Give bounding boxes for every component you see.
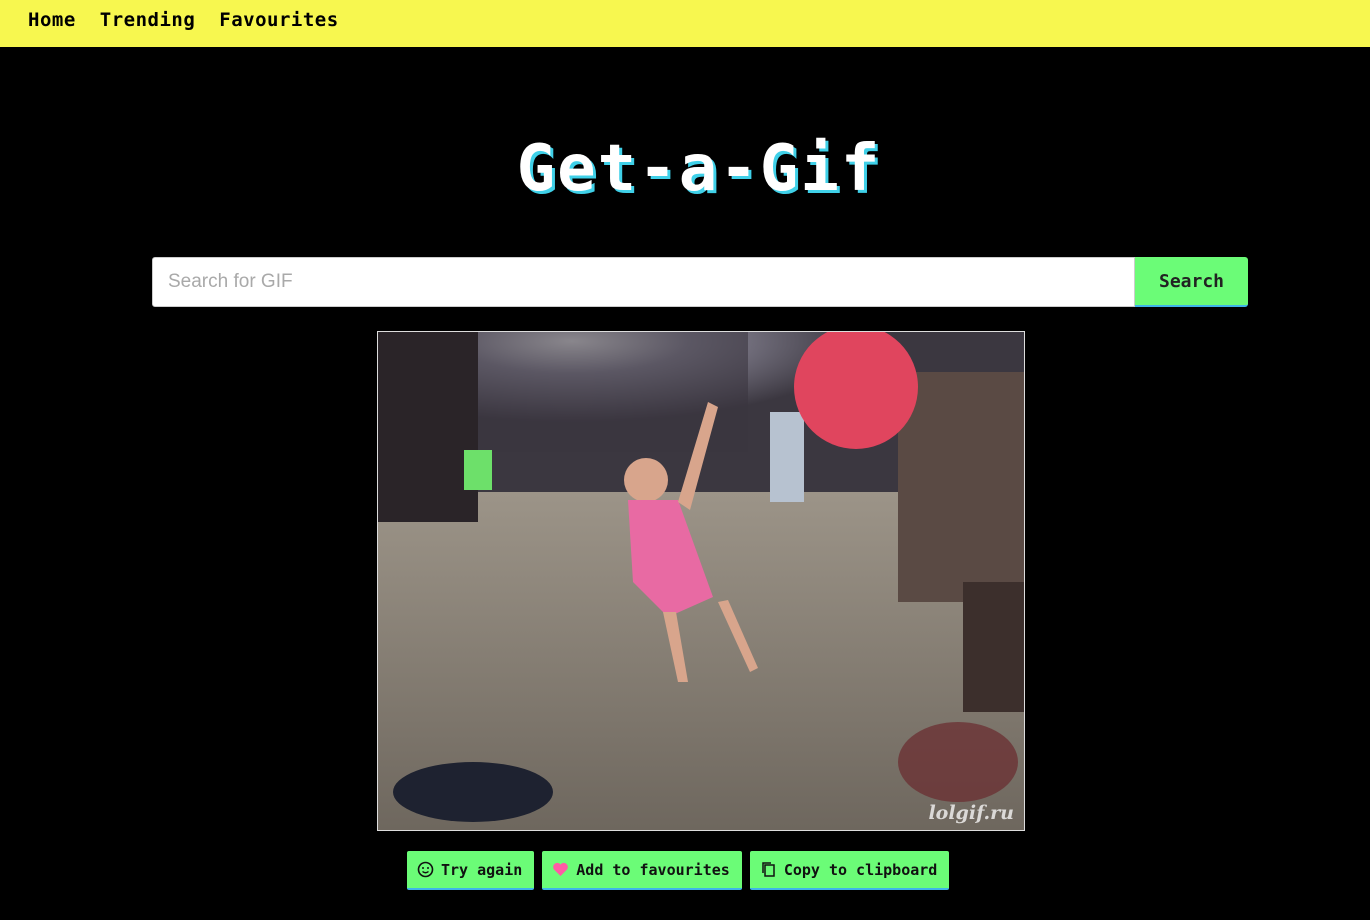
site-logo-title: Get-a-Gif xyxy=(516,132,882,206)
nav-trending-link[interactable]: Trending xyxy=(100,9,196,31)
gif-illustration xyxy=(378,332,1024,830)
copy-to-clipboard-label: Copy to clipboard xyxy=(783,860,938,879)
smiley-icon xyxy=(417,861,434,878)
add-to-favourites-button[interactable]: Add to favourites xyxy=(542,851,742,890)
search-button[interactable]: Search xyxy=(1135,257,1248,307)
try-again-button[interactable]: Try again xyxy=(407,851,535,890)
clipboard-icon xyxy=(760,861,777,878)
gif-image: lolgif.ru xyxy=(377,331,1025,831)
copy-to-clipboard-button[interactable]: Copy to clipboard xyxy=(749,851,950,890)
gif-watermark: lolgif.ru xyxy=(928,802,1014,824)
heart-icon xyxy=(552,861,569,878)
search-input[interactable] xyxy=(152,257,1135,307)
nav-home-link[interactable]: Home xyxy=(28,9,76,31)
nav-favourites-link[interactable]: Favourites xyxy=(219,9,338,31)
gif-actions: Try again Add to favourites Copy to clip… xyxy=(407,851,950,890)
add-to-favourites-label: Add to favourites xyxy=(576,860,730,879)
try-again-label: Try again xyxy=(441,860,523,879)
top-navbar: Home Trending Favourites xyxy=(0,0,1370,47)
